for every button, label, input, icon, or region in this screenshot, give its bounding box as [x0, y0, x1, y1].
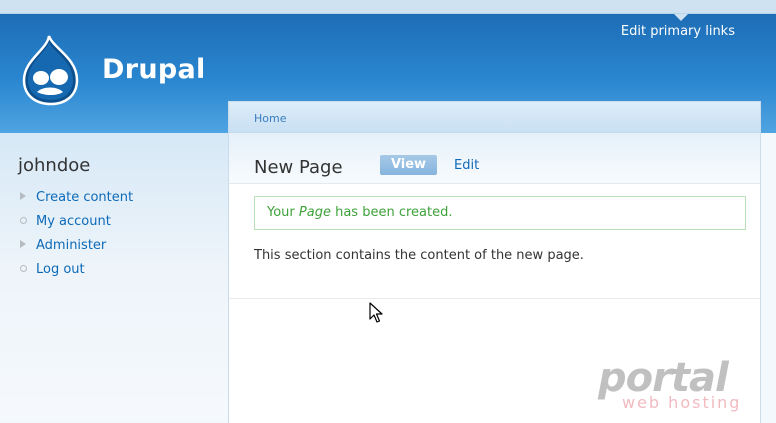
- sidebar-item-log-out: Log out: [18, 257, 133, 281]
- sidebar: johndoe Create content My account Admini…: [0, 133, 228, 422]
- create-content-link[interactable]: Create content: [36, 190, 133, 205]
- breadcrumb: Home: [229, 102, 760, 133]
- log-out-link[interactable]: Log out: [36, 262, 85, 277]
- leaf-bullet-icon: [18, 215, 36, 227]
- sidebar-item-administer: Administer: [18, 233, 133, 257]
- drupal-logo-icon[interactable]: [19, 34, 83, 106]
- user-menu: Create content My account Administer Log…: [18, 185, 133, 281]
- status-message-suffix: has been created.: [330, 205, 453, 220]
- my-account-link[interactable]: My account: [36, 214, 111, 229]
- administer-link[interactable]: Administer: [36, 238, 106, 253]
- sidebar-username: johndoe: [18, 155, 91, 176]
- title-area: New Page View Edit: [229, 133, 760, 184]
- leaf-bullet-icon: [18, 263, 36, 275]
- tab-edit[interactable]: Edit: [454, 158, 479, 173]
- site-name[interactable]: Drupal: [102, 54, 206, 85]
- sidebar-item-create-content: Create content: [18, 185, 133, 209]
- collapsed-bullet-icon: [18, 239, 36, 251]
- breadcrumb-home-link[interactable]: Home: [254, 112, 286, 125]
- status-message-prefix: Your: [267, 205, 299, 220]
- watermark-sub-text: web hosting: [622, 393, 742, 412]
- collapsed-bullet-icon: [18, 191, 36, 203]
- sidebar-item-my-account: My account: [18, 209, 133, 233]
- mouse-pointer-icon: [369, 302, 383, 323]
- portal-watermark: portal web hosting: [598, 355, 744, 413]
- edit-primary-links-link[interactable]: Edit primary links: [621, 24, 735, 39]
- content-divider: [229, 298, 760, 299]
- tab-view[interactable]: View: [380, 155, 437, 175]
- node-body: This section contains the content of the…: [254, 248, 584, 263]
- page-title: New Page: [254, 157, 343, 178]
- status-message-type: Page: [298, 205, 331, 220]
- status-message: Your Page has been created.: [254, 196, 746, 230]
- top-strip: [0, 0, 776, 14]
- primary-links-pointer: [674, 14, 688, 21]
